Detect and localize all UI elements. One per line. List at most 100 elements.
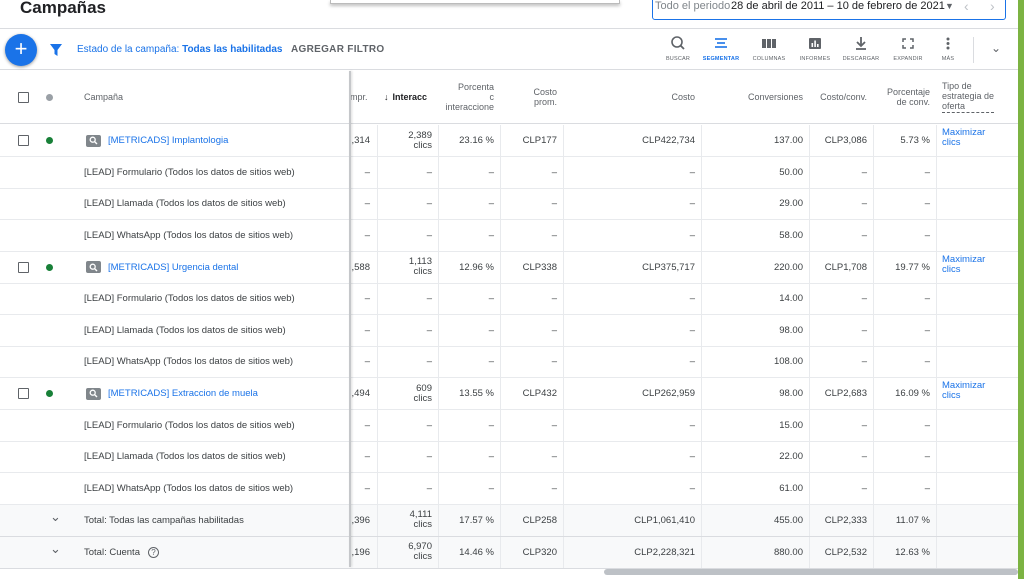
add-campaign-button[interactable]: + bbox=[5, 34, 37, 66]
interactions-cell: 6,970 clics bbox=[384, 537, 432, 568]
caret-down-icon[interactable]: ▼ bbox=[945, 1, 954, 11]
status-enabled-dot bbox=[46, 252, 53, 283]
column-divider bbox=[377, 157, 378, 188]
campaign-status-filter[interactable]: Estado de la campaña: Todas las habilita… bbox=[77, 44, 282, 55]
conversions-cell: 29.00 bbox=[779, 198, 803, 210]
horizontal-scrollbar[interactable] bbox=[604, 569, 1018, 575]
cost-cell: – bbox=[689, 356, 695, 368]
column-divider bbox=[377, 283, 378, 314]
interaction-rate-cell: – bbox=[488, 356, 494, 368]
collapse-chevron-icon[interactable]: ⌄ bbox=[991, 41, 1001, 55]
column-divider bbox=[438, 315, 439, 346]
chevron-right-icon[interactable]: › bbox=[990, 0, 995, 14]
conversions-cell: 98.00 bbox=[779, 324, 803, 336]
add-filter-button[interactable]: AGREGAR FILTRO bbox=[291, 44, 384, 55]
cost-cell: – bbox=[689, 198, 695, 210]
interactions-cell: – bbox=[426, 229, 432, 241]
more-vert-icon bbox=[946, 37, 950, 50]
column-divider bbox=[438, 220, 439, 251]
interactions-cell: 4,111 clics bbox=[384, 505, 432, 536]
search-button[interactable]: BUSCAR bbox=[662, 35, 694, 67]
conversion-action-name: [LEAD] Formulario (Todos los datos de si… bbox=[84, 293, 295, 305]
column-header-bid-strategy[interactable]: Tipo de estrategia de oferta bbox=[942, 71, 1012, 123]
interactions-cell-unit: clics bbox=[413, 519, 432, 530]
conversion-action-name: [LEAD] Formulario (Todos los datos de si… bbox=[84, 419, 295, 431]
help-icon[interactable]: ? bbox=[147, 546, 159, 558]
column-header-avg-cost[interactable]: Costo prom. bbox=[500, 71, 557, 123]
interactions-cell-unit: clics bbox=[413, 139, 432, 151]
impressions-cell: – bbox=[364, 324, 370, 336]
column-header-interactions[interactable]: ↓ Interacc bbox=[384, 71, 434, 123]
column-divider bbox=[936, 157, 937, 188]
more-button[interactable]: MÁS bbox=[934, 35, 962, 67]
bid-strategy-link-2[interactable]: clics bbox=[942, 264, 985, 275]
expand-icon bbox=[902, 38, 914, 49]
column-divider bbox=[438, 188, 439, 219]
total-name-cell: Total: Cuenta? bbox=[84, 537, 346, 568]
expand-chevron-icon[interactable]: ⌄ bbox=[50, 537, 61, 568]
download-button[interactable]: DESCARGAR bbox=[842, 35, 880, 67]
interactions-cell-unit: clics bbox=[413, 266, 432, 277]
impressions-cell: – bbox=[364, 419, 370, 431]
expand-button[interactable]: EXPANDIR bbox=[889, 35, 927, 67]
interactions-cell: – bbox=[426, 451, 432, 463]
bid-strategy-cell: Maximizar clics bbox=[942, 125, 1012, 156]
conv-rate-cell: 11.07 % bbox=[895, 514, 930, 526]
column-header-cost[interactable]: Costo bbox=[563, 71, 695, 123]
cost-per-conv-cell: CLP3,086 bbox=[824, 135, 867, 146]
cost-per-conv-cell: CLP1,708 bbox=[824, 261, 867, 273]
toolbar-divider bbox=[973, 37, 974, 63]
conversions-cell: 14.00 bbox=[779, 293, 803, 305]
column-divider bbox=[438, 536, 439, 568]
campaign-name-link[interactable]: [METRICADS] Implantologia bbox=[108, 135, 228, 146]
row-checkbox[interactable] bbox=[18, 125, 29, 156]
select-all-checkbox[interactable] bbox=[18, 71, 29, 123]
impressions-cell: – bbox=[364, 229, 370, 241]
conversion-action-name: [LEAD] WhatsApp (Todos los datos de siti… bbox=[84, 356, 294, 368]
columns-button[interactable]: COLUMNAS bbox=[750, 35, 788, 67]
conversions-cell: 22.00 bbox=[779, 451, 803, 463]
reports-button[interactable]: INFORMES bbox=[796, 35, 834, 67]
bid-label-1: Tipo de bbox=[942, 81, 972, 91]
cost-per-conv-cell: – bbox=[861, 482, 867, 494]
column-divider bbox=[377, 220, 378, 251]
column-divider bbox=[936, 536, 937, 568]
row-checkbox[interactable] bbox=[18, 252, 29, 283]
column-header-cost-per-conv[interactable]: Costo/conv. bbox=[809, 71, 867, 123]
interactions-cell: – bbox=[426, 356, 432, 368]
conversions-cell: 108.00 bbox=[773, 356, 803, 368]
column-divider bbox=[438, 251, 439, 283]
column-header-interaction-rate[interactable]: Porcenta c interaccione bbox=[440, 71, 494, 123]
expand-chevron-icon[interactable]: ⌄ bbox=[50, 505, 61, 536]
interactions-cell: – bbox=[426, 166, 432, 178]
conv-rate-cell: – bbox=[924, 293, 930, 305]
bid-strategy-link-2[interactable]: clics bbox=[942, 138, 985, 148]
campaign-name-link[interactable]: [METRICADS] Urgencia dental bbox=[108, 262, 238, 273]
bid-strategy-link[interactable]: Maximizar bbox=[942, 254, 985, 265]
row-checkbox[interactable] bbox=[18, 378, 29, 409]
conversions-cell: 58.00 bbox=[779, 229, 803, 241]
campaign-name-link[interactable]: [METRICADS] Extraccion de muela bbox=[108, 388, 258, 399]
column-header-campaign[interactable]: Campaña bbox=[84, 71, 123, 123]
chevron-left-icon[interactable]: ‹ bbox=[964, 0, 969, 14]
interactions-cell: – bbox=[426, 198, 432, 210]
column-header-conversions[interactable]: Conversiones bbox=[701, 71, 803, 123]
column-header-conv-rate[interactable]: Porcentaje de conv. bbox=[873, 71, 930, 123]
bid-strategy-link-2[interactable]: clics bbox=[942, 391, 985, 401]
date-range-picker[interactable]: Todo el periodo 28 de abril de 2011 – 10… bbox=[652, 0, 1006, 20]
bid-strategy-cell: Maximizar clics bbox=[942, 252, 1012, 283]
conversion-action-row: [LEAD] Formulario (Todos los datos de si… bbox=[0, 410, 1018, 442]
column-divider bbox=[377, 536, 378, 568]
filter-icon[interactable] bbox=[49, 43, 63, 57]
column-divider bbox=[438, 346, 439, 377]
segment-button[interactable]: SEGMENTAR bbox=[700, 35, 742, 67]
conversions-cell: 220.00 bbox=[773, 261, 803, 273]
cost-per-conv-cell: – bbox=[861, 229, 867, 241]
column-header-impr[interactable]: mpr. bbox=[350, 71, 368, 123]
column-divider bbox=[936, 188, 937, 219]
column-divider bbox=[377, 410, 378, 441]
interactions-cell-unit: clics bbox=[413, 392, 432, 404]
interaction-rate-cell: – bbox=[488, 451, 494, 463]
conversion-action-name: [LEAD] Llamada (Todos los datos de sitio… bbox=[84, 198, 286, 210]
interaction-rate-cell: – bbox=[488, 229, 494, 241]
